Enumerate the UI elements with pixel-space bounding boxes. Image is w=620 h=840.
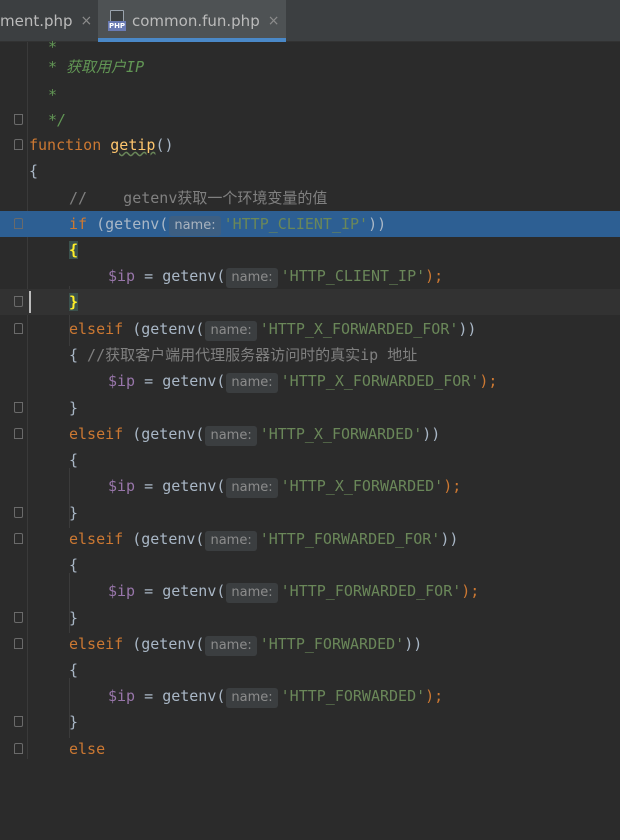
fold-end-icon[interactable] xyxy=(14,507,23,518)
code-line[interactable]: { xyxy=(0,158,620,184)
parameter-hint: name: xyxy=(226,478,278,498)
fold-start-icon[interactable] xyxy=(14,428,23,439)
code-line[interactable]: elseif (getenv(name: 'HTTP_FORWARDED')) xyxy=(0,631,620,657)
code-line[interactable]: } xyxy=(0,605,620,631)
code-line[interactable]: $ip = getenv(name: 'HTTP_FORWARDED'); xyxy=(0,683,620,709)
tab-label: ment.php xyxy=(0,12,73,30)
parameter-hint: name: xyxy=(205,531,257,551)
code-line[interactable]: } xyxy=(0,500,620,526)
parameter-hint: name: xyxy=(226,268,278,288)
code-line[interactable]: * xyxy=(0,82,620,108)
code-line-current[interactable]: } xyxy=(0,289,620,315)
fold-start-icon[interactable] xyxy=(14,139,23,150)
code-line[interactable]: elseif (getenv(name: 'HTTP_FORWARDED_FOR'… xyxy=(0,526,620,552)
code-line[interactable]: { xyxy=(0,657,620,683)
text-caret xyxy=(29,291,31,313)
code-line[interactable]: } xyxy=(0,395,620,421)
parameter-hint: name: xyxy=(205,426,257,446)
code-line[interactable]: $ip = getenv(name: 'HTTP_X_FORWARDED_FOR'… xyxy=(0,368,620,394)
code-line[interactable]: $ip = getenv(name: 'HTTP_X_FORWARDED'); xyxy=(0,473,620,499)
parameter-hint: name: xyxy=(226,373,278,393)
fold-end-icon[interactable] xyxy=(14,296,23,307)
fold-end-icon[interactable] xyxy=(14,402,23,413)
code-line[interactable]: * 获取用户IP xyxy=(0,54,620,80)
code-line[interactable]: */ xyxy=(0,107,620,133)
code-line[interactable]: function getip() xyxy=(0,132,620,158)
code-line[interactable]: { xyxy=(0,552,620,578)
fold-start-icon[interactable] xyxy=(14,323,23,334)
code-line[interactable]: $ip = getenv(name: 'HTTP_CLIENT_IP'); xyxy=(0,263,620,289)
fold-end-icon[interactable] xyxy=(14,114,23,125)
fold-end-icon[interactable] xyxy=(14,716,23,727)
code-line[interactable]: { xyxy=(0,237,620,263)
code-line[interactable]: // getenv获取一个环境变量的值 xyxy=(0,185,620,211)
tab-label: common.fun.php xyxy=(132,12,260,30)
close-icon[interactable]: × xyxy=(81,13,93,29)
fold-start-icon[interactable] xyxy=(14,218,23,229)
parameter-hint: name: xyxy=(205,321,257,341)
code-line[interactable]: else xyxy=(0,736,620,762)
close-icon[interactable]: × xyxy=(268,13,280,29)
fold-start-icon[interactable] xyxy=(14,743,23,754)
code-line[interactable]: elseif (getenv(name: 'HTTP_X_FORWARDED')) xyxy=(0,421,620,447)
parameter-hint: name: xyxy=(205,636,257,656)
fold-end-icon[interactable] xyxy=(14,612,23,623)
code-editor[interactable]: * * 获取用户IP * */ function getip() { // ge… xyxy=(0,38,620,762)
code-line[interactable]: $ip = getenv(name: 'HTTP_FORWARDED_FOR'); xyxy=(0,578,620,604)
code-line[interactable]: { //获取客户端用代理服务器访问时的真实ip 地址 xyxy=(0,342,620,368)
code-line-selected[interactable]: if (getenv(name: 'HTTP_CLIENT_IP')) xyxy=(0,211,620,237)
parameter-hint: name: xyxy=(226,688,278,708)
fold-start-icon[interactable] xyxy=(14,638,23,649)
code-line[interactable]: } xyxy=(0,709,620,735)
fold-start-icon[interactable] xyxy=(14,533,23,544)
code-line[interactable]: elseif (getenv(name: 'HTTP_X_FORWARDED_FO… xyxy=(0,316,620,342)
php-file-icon: PHP xyxy=(108,10,126,32)
parameter-hint: name: xyxy=(226,583,278,603)
code-line[interactable]: { xyxy=(0,447,620,473)
parameter-hint: name: xyxy=(169,216,221,236)
